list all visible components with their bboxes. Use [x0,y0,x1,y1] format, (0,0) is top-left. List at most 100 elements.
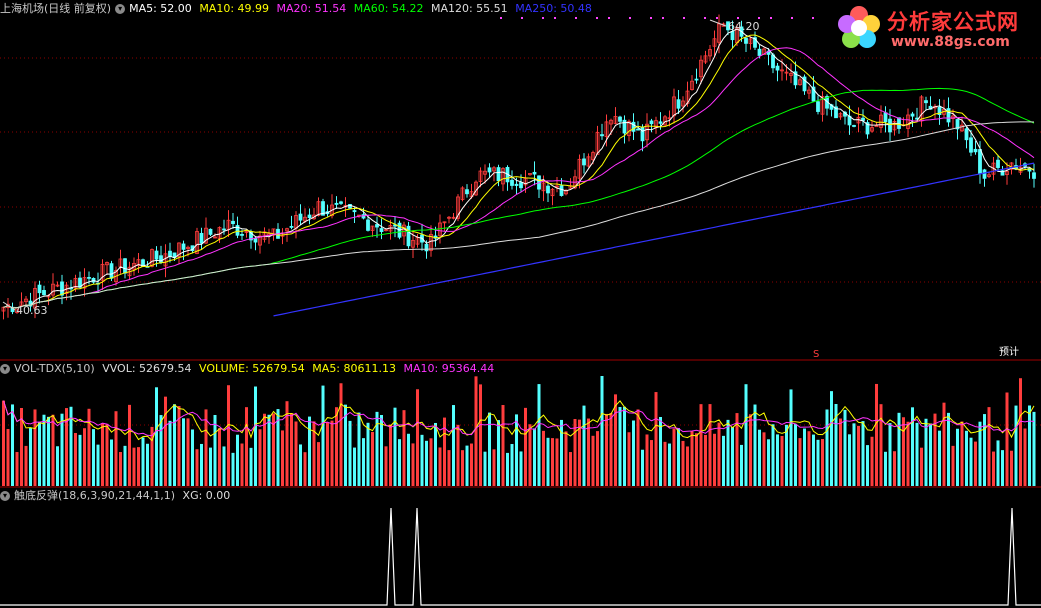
candle-body [532,171,537,175]
candle-body [487,167,492,173]
volume-bar [51,414,55,486]
volume-bar [114,411,118,486]
ma5-line [3,28,1035,309]
volume-bar [510,444,514,486]
volume-bar [852,423,856,486]
candle-body [946,108,951,123]
signal-dot [629,17,631,19]
volume-bar [888,423,892,486]
xg-signal-line [0,507,1041,606]
volume-bar [915,422,919,486]
volume-bar [654,392,658,486]
candle-body [559,185,564,196]
volume-bar [668,443,671,486]
candle-body [640,127,645,142]
candle-body [465,189,469,195]
volume-bar [641,449,644,486]
volume-bar [911,407,914,486]
candle-body [240,234,244,236]
volume-bar [992,451,995,486]
volume-bar [218,428,221,486]
volume-bar [191,429,194,486]
candle-body [546,185,550,194]
volume-bar [623,406,626,486]
dropdown-icon[interactable]: ▾ [115,4,126,14]
volume-bar [929,423,932,486]
volume-bar [605,413,608,486]
price-high-label: 64.20 [728,20,760,33]
volume-bar [366,422,370,486]
volume-bar [821,438,824,486]
volume-bar [825,409,829,486]
volume-bar [222,446,226,486]
volume-bar [753,404,757,486]
candle-body [636,128,640,131]
ma250-value: MA250: 50.48 [515,2,592,15]
volume-bar [200,443,203,486]
candle-body [334,202,339,205]
volume-bar [299,444,302,486]
volume-bar [839,418,842,486]
volume-bar [771,424,775,486]
candle-body [982,169,987,179]
vol-indicator-name[interactable]: VOL-TDX(5,10) [14,362,95,375]
volume-bar [983,414,986,486]
volume-bar [938,430,941,486]
candle-body [352,210,357,213]
volume-bar [798,438,802,486]
volume-bar [348,420,352,486]
volume-bar [893,451,896,486]
volume-panel[interactable] [2,376,1036,486]
candle-body [298,213,303,221]
volume-bar [672,428,676,486]
volume-bar [470,443,473,486]
volume-bar [6,429,10,486]
candle-body [37,284,42,294]
signal-dot [704,17,706,19]
signal-dot [554,17,556,19]
candle-body [375,224,379,228]
volume-bar [695,433,698,486]
candle-body [910,113,915,117]
volume-bar [29,427,32,486]
vol-ma5-value: MA5: 80611.13 [312,362,396,375]
volume-bar [596,431,599,486]
vvol-value: VVOL: 52679.54 [102,362,192,375]
volume-bar [924,418,928,486]
volume-bar [195,449,199,486]
volume-bar [816,439,820,486]
chart-canvas[interactable]: 64.20 40.63 S 预计 [0,0,1041,608]
volume-bar [236,434,239,486]
signal-dot [500,17,502,19]
volume-bar [861,421,865,486]
price-panel[interactable] [1,14,1036,320]
volume-bar [294,421,298,486]
volume-bar [497,420,500,486]
volume-bar [767,439,770,486]
volume-bar [636,409,640,486]
xg-value: XG: 0.00 [182,489,231,502]
stock-title[interactable]: 上海机场(日线 前复权) [0,2,111,15]
volume-bar [326,422,329,486]
sell-marker: S [813,349,819,360]
volume-bar [123,445,127,486]
volume-bar [650,440,653,486]
volume-bar [290,413,293,486]
volume-bar [173,404,176,486]
vol-ma10-value: MA10: 95364.44 [403,362,495,375]
volume-bar [240,443,244,486]
volume-legend: ▾ VOL-TDX(5,10) VVOL: 52679.54 VOLUME: 52… [0,361,498,377]
volume-bar [447,450,451,486]
volume-bar [456,424,460,486]
price-low-label: 40.63 [16,304,48,317]
volume-bar [866,445,869,486]
candle-body [969,137,973,153]
candle-body [406,225,411,247]
dropdown-icon[interactable]: ▾ [0,491,10,501]
signal-indicator-name[interactable]: 触底反弹(18,6,3,90,21,44,1,1) [14,489,175,502]
candle-body [87,276,91,279]
signal-dot [662,17,664,19]
signal-panel[interactable] [0,507,1041,606]
dropdown-icon[interactable]: ▾ [0,364,10,374]
volume-bar [33,409,37,486]
